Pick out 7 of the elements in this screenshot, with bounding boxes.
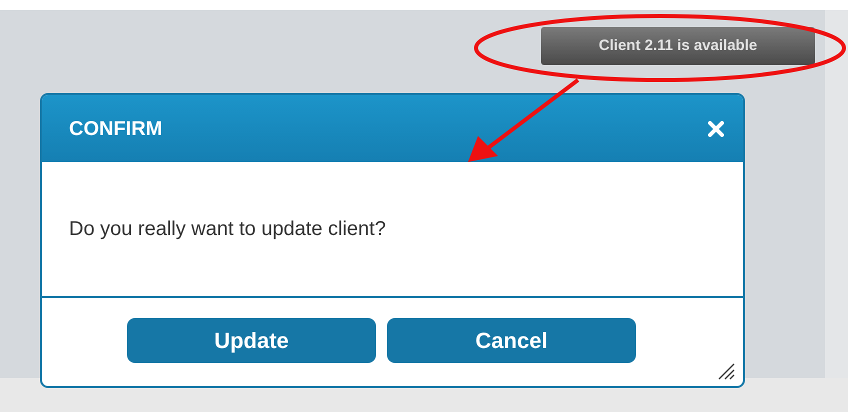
dialog-message: Do you really want to update client? <box>69 217 386 242</box>
close-icon[interactable] <box>707 120 725 138</box>
resize-grip-icon[interactable] <box>717 362 735 380</box>
update-notification[interactable]: Client 2.11 is available <box>541 27 815 65</box>
cancel-button[interactable]: Cancel <box>387 318 636 363</box>
update-button[interactable]: Update <box>127 318 376 363</box>
dialog-title: CONFIRM <box>69 116 162 142</box>
